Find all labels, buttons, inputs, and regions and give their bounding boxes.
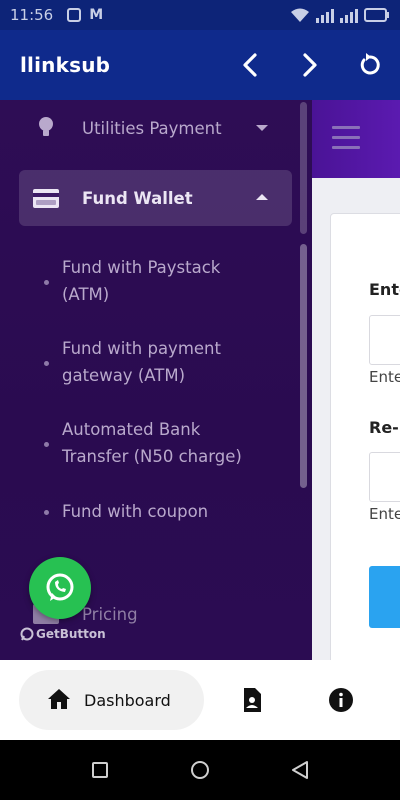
whatsapp-icon [46, 573, 74, 601]
battery-icon [364, 8, 389, 22]
recents-icon [92, 762, 108, 778]
subitem-line: Automated Bank [62, 420, 201, 439]
notification-icons: M [67, 7, 103, 23]
subitem-line: Fund with coupon [62, 502, 209, 521]
forward-button[interactable] [280, 30, 340, 100]
system-status-icons [290, 7, 390, 23]
getbutton-logo-icon [20, 627, 34, 641]
field-label-2: Re- [369, 418, 399, 437]
drawer-subitem-fund-gateway[interactable]: Fund with payment gateway (ATM) [62, 335, 262, 389]
drawer-item-fund-wallet[interactable]: Fund Wallet [0, 170, 300, 226]
field-help-1: Ente [369, 368, 400, 386]
signal-icon [316, 7, 334, 23]
confirm-amount-input[interactable] [369, 452, 400, 502]
signal-icon-2 [340, 7, 358, 23]
subitem-line: Fund with Paystack [62, 258, 221, 277]
drawer-subitem-fund-coupon[interactable]: Fund with coupon [62, 498, 262, 525]
submit-button[interactable] [369, 566, 400, 628]
bullet-icon [44, 442, 49, 447]
credit-card-icon [33, 189, 59, 208]
drawer-scrollbar[interactable] [300, 244, 307, 488]
system-navigation-bar [0, 740, 400, 800]
app-bar: llinksub [0, 30, 400, 100]
chevron-right-icon [303, 53, 317, 77]
bullet-icon [44, 510, 49, 515]
drawer-item-label: Pricing [82, 604, 138, 624]
bottom-navigation: Dashboard [0, 660, 400, 740]
bullet-icon [44, 280, 49, 285]
status-time: 11:56 [10, 6, 54, 24]
app-title: llinksub [20, 53, 111, 77]
drawer-subitem-bank-transfer[interactable]: Automated Bank Transfer (N50 charge) [62, 416, 292, 470]
field-help-2: Ente [369, 505, 400, 523]
chevron-down-icon [256, 125, 268, 131]
chevron-up-icon [256, 194, 268, 200]
back-button[interactable] [220, 30, 280, 100]
back-system-button[interactable] [288, 758, 312, 782]
home-system-button[interactable] [188, 758, 212, 782]
whatsapp-button[interactable] [29, 557, 91, 619]
field-label-1: Ente [369, 280, 400, 299]
triangle-back-icon [292, 761, 308, 779]
nav-dashboard[interactable]: Dashboard [19, 670, 204, 730]
main-form-clip: Ente Ente Re- Ente [312, 100, 400, 660]
subitem-line: (ATM) [62, 285, 110, 304]
info-icon [329, 688, 353, 712]
notification-app-icon [67, 8, 82, 22]
status-bar: 11:56 M [0, 0, 400, 30]
drawer-subitem-fund-paystack[interactable]: Fund with Paystack (ATM) [62, 254, 262, 308]
drawer-item-label: Utilities Payment [82, 118, 222, 138]
home-icon [48, 689, 70, 709]
lightbulb-icon [39, 117, 53, 136]
recents-button[interactable] [88, 758, 112, 782]
getbutton-label: GetButton [36, 627, 106, 641]
amount-input[interactable] [369, 315, 400, 365]
nav-info[interactable] [327, 686, 355, 714]
drawer-item-utilities-payment[interactable]: Utilities Payment [0, 112, 300, 144]
nav-profile[interactable] [238, 686, 266, 714]
scrollbar-track [300, 102, 307, 234]
drawer-item-label: Fund Wallet [82, 188, 193, 208]
app-bar-actions [220, 30, 400, 100]
circle-home-icon [191, 761, 209, 779]
bullet-icon [44, 361, 49, 366]
subitem-line: Transfer (N50 charge) [62, 447, 242, 466]
subitem-line: gateway (ATM) [62, 366, 186, 385]
refresh-icon [360, 53, 380, 75]
refresh-button[interactable] [340, 30, 400, 100]
gmail-icon: M [89, 7, 104, 23]
subitem-line: Fund with payment [62, 339, 221, 358]
contact-card-icon [244, 688, 261, 712]
getbutton-badge[interactable]: GetButton [20, 627, 106, 641]
wifi-icon [291, 8, 309, 22]
nav-dashboard-label: Dashboard [84, 690, 171, 710]
chevron-left-icon [243, 53, 257, 77]
